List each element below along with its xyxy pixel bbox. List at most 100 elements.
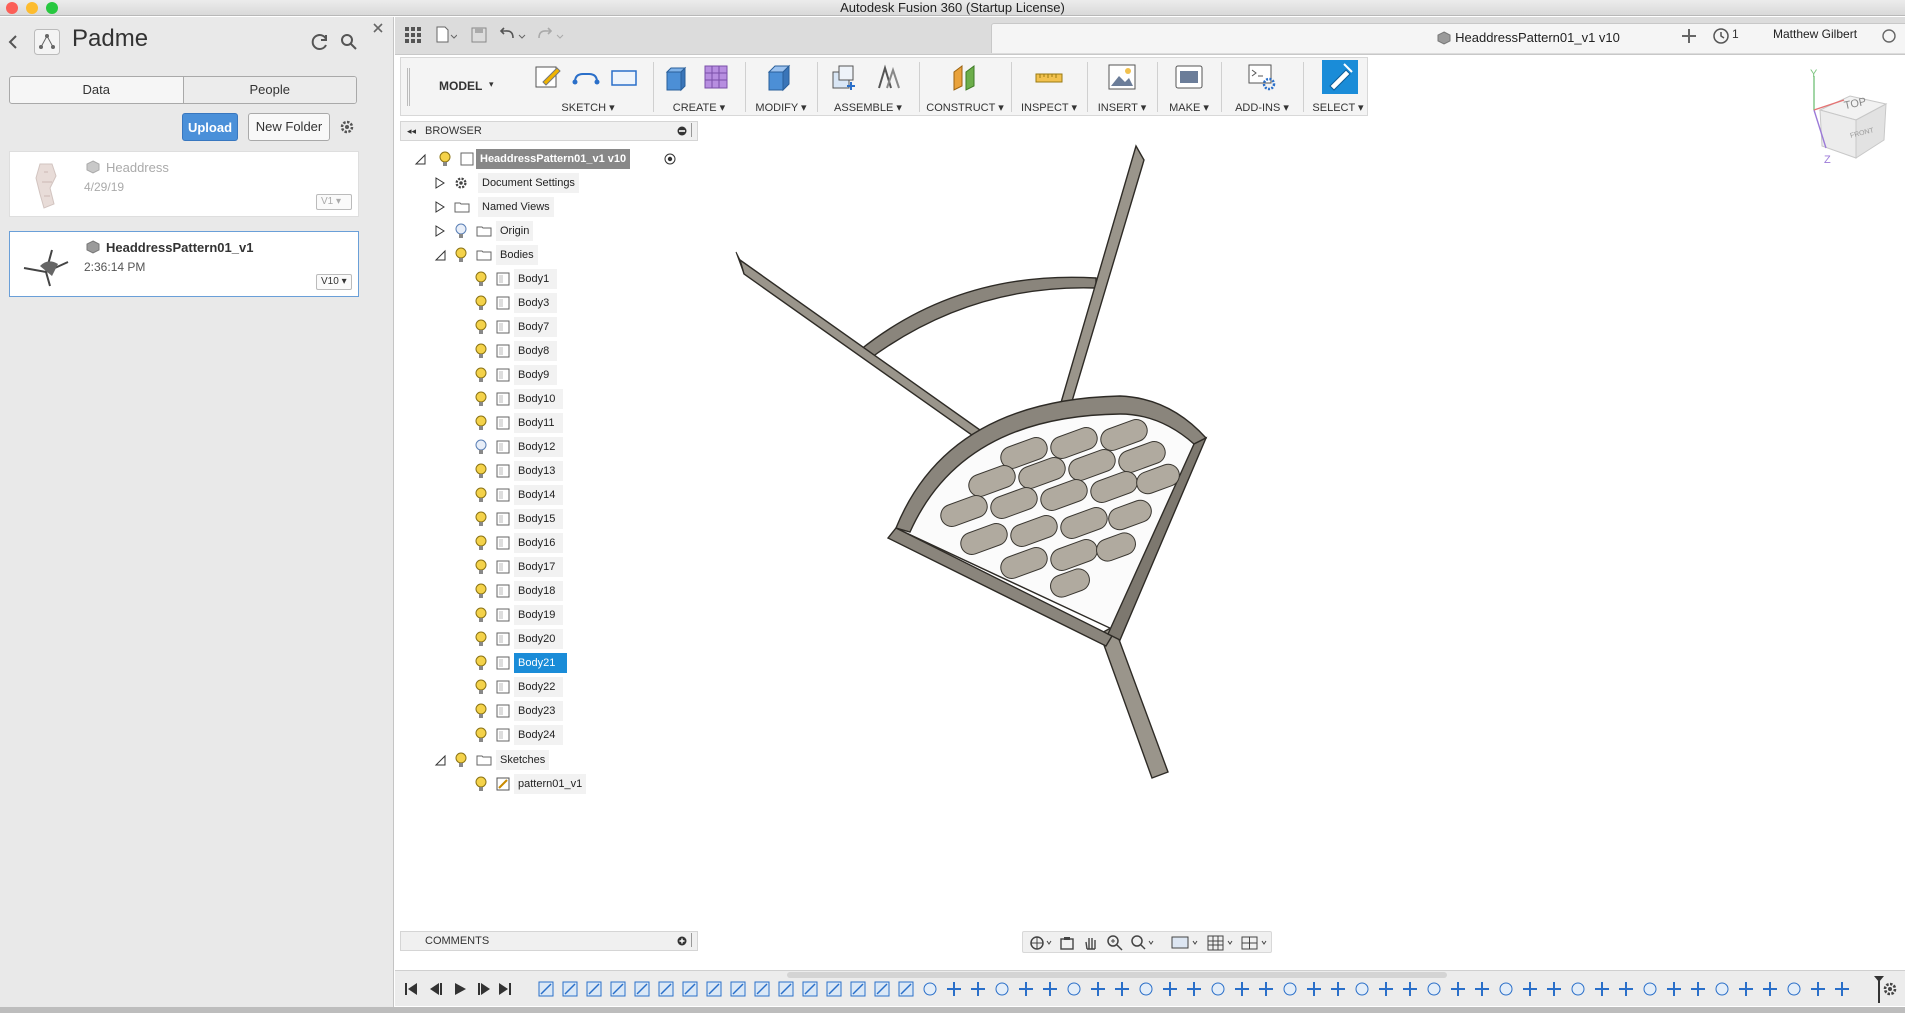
viewports-icon[interactable] <box>1241 935 1271 951</box>
timeline-feature-icon[interactable] <box>1571 982 1585 996</box>
visibility-bulb-icon[interactable] <box>454 752 468 768</box>
make-menu[interactable]: MAKE ▾ <box>1163 101 1215 114</box>
refresh-icon[interactable] <box>311 33 329 51</box>
line-tool-icon[interactable] <box>571 62 601 92</box>
timeline-feature-icon[interactable] <box>1739 982 1753 996</box>
visibility-bulb-icon[interactable] <box>474 463 488 479</box>
timeline-feature-icon[interactable] <box>995 982 1009 996</box>
browser-grip[interactable] <box>691 123 693 137</box>
timeline-feature-icon[interactable] <box>634 981 650 997</box>
play-icon[interactable] <box>455 983 466 995</box>
tree-root-row[interactable]: HeaddressPattern01_v1 v10 <box>412 149 692 169</box>
undo-icon[interactable] <box>499 26 529 44</box>
tab-data[interactable]: Data <box>10 77 183 103</box>
minimize-browser-icon[interactable] <box>677 126 687 136</box>
close-window-button[interactable] <box>6 2 18 14</box>
tab-people[interactable]: People <box>182 77 356 103</box>
visibility-bulb-icon[interactable] <box>474 391 488 407</box>
timeline-feature-icon[interactable] <box>1283 982 1297 996</box>
zoom-window-icon[interactable] <box>1131 935 1159 951</box>
timeline-feature-icon[interactable] <box>1619 982 1633 996</box>
visibility-bulb-icon[interactable] <box>474 271 488 287</box>
headdress-model[interactable] <box>735 144 1208 779</box>
timeline-feature-icon[interactable] <box>1643 982 1657 996</box>
inspect-group[interactable]: INSPECT ▾ <box>1017 58 1081 117</box>
timeline-feature-icon[interactable] <box>1043 982 1057 996</box>
timeline-feature-icon[interactable] <box>1163 982 1177 996</box>
timeline-feature-icon[interactable] <box>1139 982 1153 996</box>
zoom-icon[interactable] <box>1107 935 1123 951</box>
timeline-feature-icon[interactable] <box>874 981 890 997</box>
viewcube[interactable]: TOP FRONT Y Z <box>1800 68 1900 170</box>
collapse-triangle-icon[interactable] <box>414 153 426 165</box>
insert-image-icon[interactable] <box>1107 62 1137 92</box>
pan-hand-icon[interactable] <box>1083 935 1099 951</box>
visibility-bulb-icon[interactable] <box>474 535 488 551</box>
construct-menu[interactable]: CONSTRUCT ▾ <box>925 101 1005 114</box>
assemble-menu[interactable]: ASSEMBLE ▾ <box>823 101 913 114</box>
timeline-feature-icon[interactable] <box>1715 982 1729 996</box>
file-card-headdresspattern[interactable]: HeaddressPattern01_v1 2:36:14 PM V10 ▾ <box>9 231 359 297</box>
timeline-feature-icon[interactable] <box>1451 982 1465 996</box>
collapse-triangle-icon[interactable] <box>434 754 446 766</box>
visibility-bulb-icon[interactable] <box>474 319 488 335</box>
viewcube-graphic[interactable] <box>1800 70 1900 170</box>
visibility-bulb-icon[interactable] <box>438 151 452 167</box>
press-pull-icon[interactable] <box>765 62 795 92</box>
timeline-feature-icon[interactable] <box>586 981 602 997</box>
timeline-feature-icon[interactable] <box>1763 982 1777 996</box>
timeline-feature-icon[interactable] <box>1547 982 1561 996</box>
timeline-feature-icon[interactable] <box>971 982 985 996</box>
comments-grip[interactable] <box>691 933 693 947</box>
timeline-feature-icon[interactable] <box>1691 982 1705 996</box>
timeline-feature-icon[interactable] <box>1403 982 1417 996</box>
visibility-bulb-icon[interactable] <box>474 607 488 623</box>
search-icon[interactable] <box>341 34 357 50</box>
add-ins-group[interactable]: ADD-INS ▾ <box>1227 58 1297 117</box>
visibility-bulb-icon[interactable] <box>474 583 488 599</box>
step-forward-icon[interactable] <box>478 983 490 995</box>
construct-group[interactable]: CONSTRUCT ▾ <box>925 58 1005 117</box>
timeline-feature-icon[interactable] <box>1235 982 1249 996</box>
timeline-feature-icon[interactable] <box>658 981 674 997</box>
toolbar-grip[interactable] <box>407 58 411 117</box>
visibility-bulb-icon[interactable] <box>474 679 488 695</box>
visibility-bulb-icon[interactable] <box>474 655 488 671</box>
close-panel-icon[interactable] <box>372 22 384 34</box>
collapse-triangle-icon[interactable] <box>434 249 446 261</box>
timeline-feature-icon[interactable] <box>898 981 914 997</box>
version-dropdown[interactable]: V10 ▾ <box>316 274 352 290</box>
visibility-bulb-icon[interactable] <box>474 439 488 455</box>
timeline-feature-icon[interactable] <box>1211 982 1225 996</box>
help-icon[interactable] <box>1882 29 1896 43</box>
timeline-feature-icon[interactable] <box>1307 982 1321 996</box>
select-menu[interactable]: SELECT ▾ <box>1309 101 1367 114</box>
new-folder-button[interactable]: New Folder <box>248 113 330 141</box>
create-sketch-icon[interactable] <box>533 62 563 92</box>
inspect-menu[interactable]: INSPECT ▾ <box>1017 101 1081 114</box>
go-to-start-icon[interactable] <box>405 983 417 995</box>
3d-viewport-canvas[interactable] <box>700 120 1900 920</box>
measure-icon[interactable] <box>1034 62 1064 92</box>
timeline-feature-icon[interactable] <box>850 981 866 997</box>
expand-triangle-icon[interactable] <box>434 201 446 213</box>
select-group[interactable]: SELECT ▾ <box>1309 58 1367 117</box>
create-menu[interactable]: CREATE ▾ <box>659 101 739 114</box>
grid-snaps-icon[interactable] <box>1207 935 1237 951</box>
timeline-feature-icon[interactable] <box>947 982 961 996</box>
scripts-addins-icon[interactable] <box>1247 62 1277 92</box>
modify-menu[interactable]: MODIFY ▾ <box>751 101 811 114</box>
new-tab-plus-icon[interactable] <box>1680 27 1698 45</box>
version-dropdown[interactable]: V1 ▾ <box>316 194 352 210</box>
timeline-feature-icon[interactable] <box>1835 982 1849 996</box>
timeline-feature-icon[interactable] <box>1067 982 1081 996</box>
timeline-feature-icon[interactable] <box>1019 982 1033 996</box>
timeline-feature-icon[interactable] <box>754 981 770 997</box>
timeline-feature-icon[interactable] <box>1187 982 1201 996</box>
step-back-icon[interactable] <box>430 983 442 995</box>
sketch-menu[interactable]: SKETCH ▾ <box>529 101 647 114</box>
minimize-window-button[interactable] <box>26 2 38 14</box>
expand-triangle-icon[interactable] <box>434 225 446 237</box>
timeline-feature-icon[interactable] <box>610 981 626 997</box>
timeline-feature-icon[interactable] <box>826 981 842 997</box>
